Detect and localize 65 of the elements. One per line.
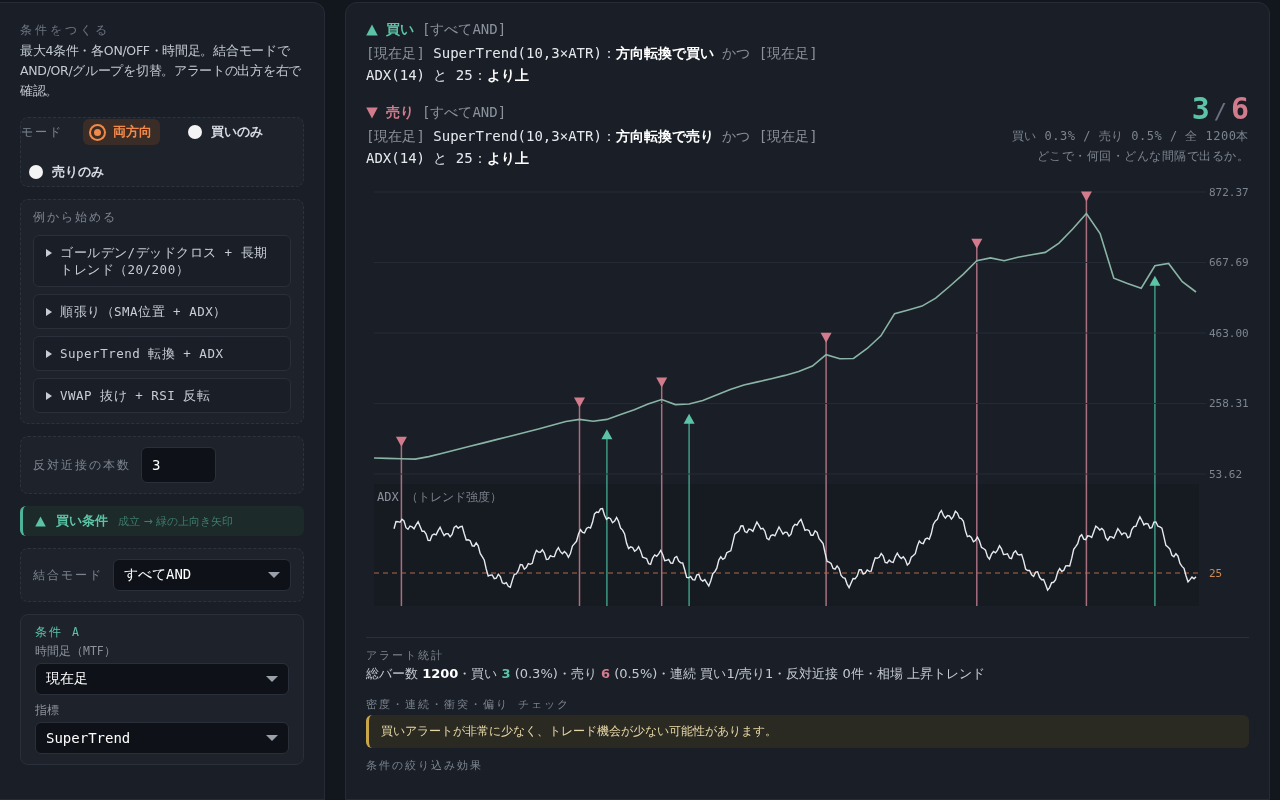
combine-mode-text: [すべてAND] [422,21,507,39]
sell-marker [1080,191,1092,202]
sell-count: 6 [1230,91,1249,126]
example-button[interactable]: VWAP 抜け + RSI 反転 [33,378,291,413]
caret-icon [268,571,280,579]
buy-count: 3 [1191,91,1210,126]
stats-text: 総バー数 1200・買い 3 (0.3%)・売り 6 (0.5%)・連続 買い1/売り1・反対近接 0件・相場 上昇トレンド [366,665,986,683]
down-triangle-icon [366,107,378,119]
mode-radio[interactable]: 両方向 [83,119,160,145]
buy-title: 買い [386,21,414,39]
buy-marker [1149,275,1161,286]
sell-marker [574,397,585,408]
example-button[interactable]: SuperTrend 転換 + ADX [33,336,291,371]
caret-icon [266,675,278,683]
adx-label: ADX [377,490,399,504]
sell-marker [395,436,407,447]
indicator-select[interactable]: SuperTrend [35,722,289,754]
combine-label: 結合モード [33,567,103,583]
condition-summary: [現在足] SuperTrend(10,3×ATR)：方向転換で買い かつ [現在足] ADX(14) と 25：より上 [366,44,819,85]
axis-tick-label: 872.37 [1209,186,1249,199]
count-separator: / [1213,99,1227,124]
timeframe-label: 時間足（MTF） [35,644,117,659]
stats-title: アラート統計 [366,648,445,663]
axis-tick-label: 463.00 [1209,327,1249,340]
axis-tick-label: 258.31 [1209,397,1249,411]
opposite-count-field[interactable]: 3 [141,447,216,483]
mode-radio[interactable]: 買いのみ [180,119,271,145]
examples-label: 例から始める [33,210,118,225]
description-text: 最大4条件・各ON/OFF・時間足。結合モードでAND/OR/グループを切替。アラートの出方を右で確認。 [20,42,302,100]
condition-title: 条件 A [35,625,82,640]
example-button[interactable]: ゴールデン/デッドクロス + 長期トレンド（20/200） [33,235,291,287]
sell-title: 売り [386,104,414,122]
count-caption: どこで・何回・どんな間隔で出るか。 [1035,148,1249,165]
sell-marker [971,238,983,249]
axis-tick-label: 53.62 [1209,468,1243,481]
count-detail: 買い 0.3% / 売り 0.5% / 全 1200本 [1011,128,1249,145]
up-triangle-icon [366,24,378,36]
adx-sublabel: （トレンド強度） [406,490,502,504]
section-heading: 条件をつくる [20,23,111,38]
up-triangle-icon [35,515,46,527]
sell-marker [656,377,668,388]
example-button[interactable]: 順張り（SMA位置 + ADX） [33,294,291,329]
buy-marker [601,429,613,440]
timeframe-select[interactable]: 現在足 [35,663,289,695]
condition-summary: [現在足] SuperTrend(10,3×ATR)：方向転換で売り かつ [現在足] ADX(14) と 25：より上 [366,127,819,168]
section-title: 条件の絞り込み効果 [366,758,484,773]
buy-marker [683,413,695,424]
disclosure-triangle-icon [46,308,52,316]
disclosure-triangle-icon [46,249,52,257]
disclosure-triangle-icon [46,350,52,358]
mode-radio[interactable]: 売りのみ [21,159,112,185]
disclosure-triangle-icon [46,392,52,400]
warning-message: 買いアラートが非常に少なく、トレード機会が少ない可能性があります。 [366,715,1249,748]
axis-tick-label: 667.69 [1209,256,1249,270]
check-title: 密度・連続・衝突・偏り チェック [366,697,571,712]
caret-icon [266,734,278,742]
threshold-label: 25 [1209,567,1223,580]
combine-mode-text: [すべてAND] [422,104,507,122]
buy-conditions-title: 買い条件 [56,512,108,530]
sell-marker [820,332,832,343]
mode-label: モード [21,124,63,140]
combine-mode-select[interactable]: すべてAND [113,559,291,591]
indicator-label: 指標 [35,703,60,718]
buy-conditions-note: 成立 → 緑の上向き矢印 [118,513,234,529]
opposite-label: 反対近接の本数 [33,457,131,473]
